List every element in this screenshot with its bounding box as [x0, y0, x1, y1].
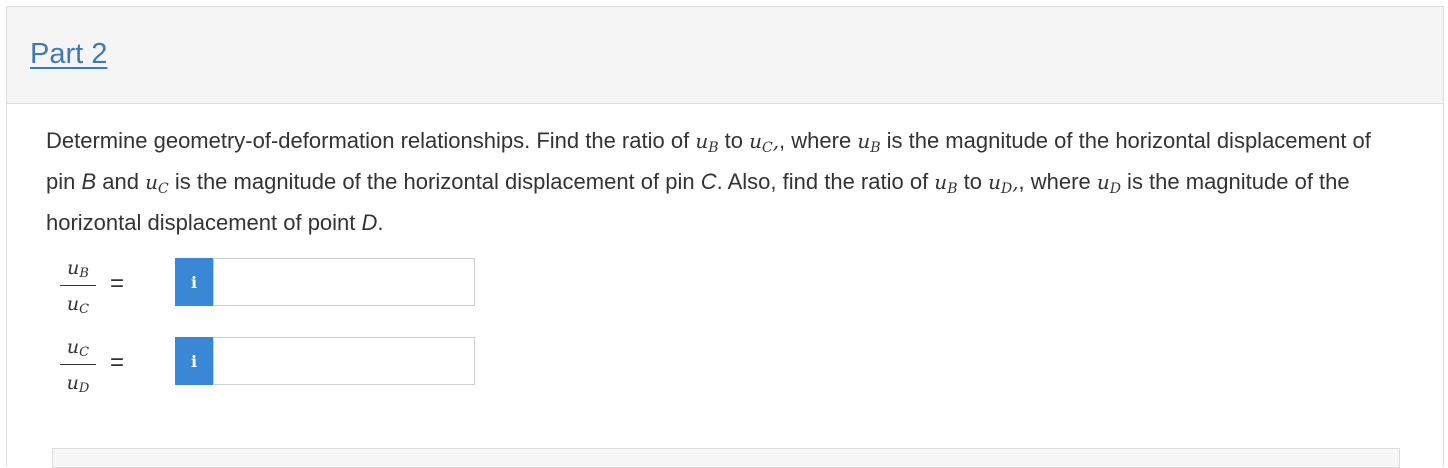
equals-sign: = [110, 270, 125, 297]
equals-sign: = [110, 349, 125, 376]
math-uD: uD [1096, 170, 1121, 197]
answer-row-uB-uC: uB uC = i [58, 256, 478, 317]
answer-row-uC-uD: uC uD = i [58, 335, 478, 396]
math-uB: uB [934, 170, 958, 197]
fraction-bar [60, 364, 96, 365]
info-icon[interactable]: i [175, 337, 213, 385]
math-uD: uD, [988, 170, 1019, 197]
fraction-bar [60, 285, 96, 286]
answer-input-uB-uC[interactable] [213, 258, 475, 306]
part-2-link[interactable]: Part 2 [30, 38, 107, 71]
fraction-uB-over-uC: uB uC [58, 256, 98, 317]
math-uB: uB [695, 129, 719, 156]
math-uC: uC [145, 170, 169, 197]
part-header: Part 2 [7, 7, 1443, 104]
answer-input-uC-uD[interactable] [213, 337, 475, 385]
question-text: Determine geometry-of-deformation relati… [46, 128, 1371, 235]
fraction-uC-over-uD: uC uD [58, 335, 98, 396]
next-section-box [52, 448, 1400, 468]
math-uC: uC, [749, 129, 780, 156]
math-uB: uB [857, 129, 881, 156]
info-icon[interactable]: i [175, 258, 213, 306]
